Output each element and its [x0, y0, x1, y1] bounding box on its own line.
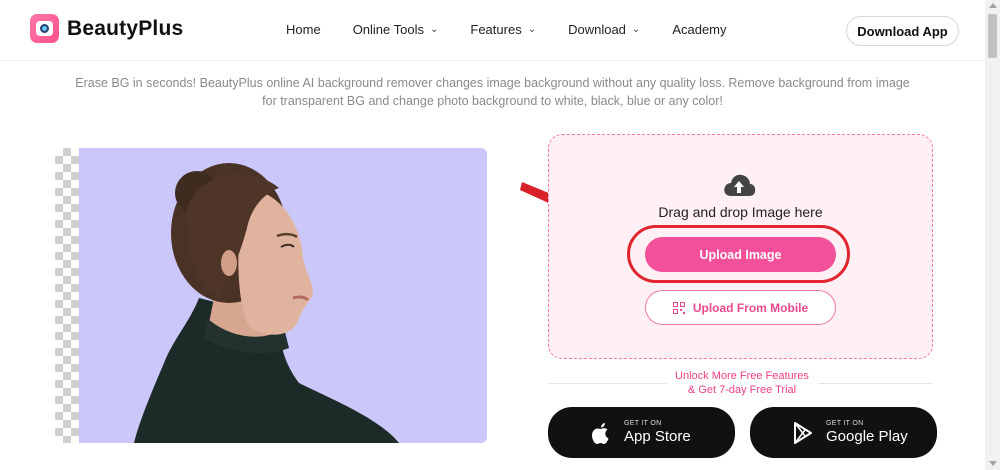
app-store-button[interactable]: GET IT ON App Store [548, 407, 735, 458]
beautyplus-logo-icon [30, 14, 59, 43]
woman-portrait-illustration [134, 163, 399, 443]
store-small-label: GET IT ON [624, 420, 662, 427]
nav-item-online-tools[interactable]: Online Tools ⌄ [353, 22, 439, 37]
page-scrollbar[interactable] [985, 0, 1000, 470]
cloud-upload-icon [724, 174, 756, 196]
apple-icon [592, 422, 609, 444]
store-small-label: GET IT ON [826, 420, 864, 427]
upload-image-button[interactable]: Upload Image [645, 237, 836, 272]
free-trial-promo[interactable]: Unlock More Free Features & Get 7-day Fr… [666, 369, 818, 397]
nav-item-download[interactable]: Download ⌄ [568, 22, 640, 37]
upload-from-mobile-button[interactable]: Upload From Mobile [645, 290, 836, 325]
transparency-checkerboard [55, 148, 79, 443]
page: BeautyPlus Home Online Tools ⌄ Features ⌄ … [0, 0, 1000, 470]
demo-image [55, 148, 487, 443]
promo-line-1: Unlock More Free Features [675, 370, 809, 382]
nav-label: Features [470, 22, 522, 37]
nav-item-features[interactable]: Features ⌄ [470, 22, 536, 37]
nav-label: Academy [672, 22, 727, 37]
store-name: Google Play [826, 428, 908, 445]
scrollbar-thumb[interactable] [988, 14, 997, 58]
nav-item-home[interactable]: Home [286, 22, 321, 37]
google-play-button[interactable]: GET IT ON Google Play [750, 407, 937, 458]
brand-logo[interactable]: BeautyPlus [30, 14, 183, 43]
upload-from-mobile-label: Upload From Mobile [692, 300, 809, 315]
scroll-up-icon[interactable] [989, 3, 997, 8]
nav-label: Online Tools [352, 22, 424, 37]
chevron-down-icon: ⌄ [527, 24, 537, 35]
divider [818, 383, 933, 384]
page-description: Erase BG in seconds! BeautyPlus online A… [40, 74, 945, 110]
qr-code-icon [672, 301, 685, 314]
drag-drop-text: Drag and drop Image here [658, 204, 823, 220]
description-line-2: for transparent BG and change photo back… [262, 94, 723, 108]
chevron-down-icon: ⌄ [631, 24, 641, 35]
description-line-1: Erase BG in seconds! BeautyPlus online A… [75, 76, 910, 90]
nav-label: Home [286, 22, 321, 37]
store-name: App Store [624, 428, 691, 445]
divider [548, 383, 666, 384]
google-play-icon [794, 421, 812, 444]
promo-line-2: & Get 7-day Free Trial [687, 384, 797, 396]
scroll-down-icon[interactable] [989, 461, 997, 466]
site-header: BeautyPlus Home Online Tools ⌄ Features ⌄ … [0, 0, 985, 61]
chevron-down-icon: ⌄ [430, 24, 439, 35]
brand-name: BeautyPlus [67, 16, 184, 40]
nav-label: Download [568, 22, 626, 37]
nav-item-academy[interactable]: Academy [672, 22, 726, 37]
main-nav: Home Online Tools ⌄ Features ⌄ Download ⌄ A… [286, 22, 759, 37]
download-app-button[interactable]: Download App [846, 16, 959, 46]
